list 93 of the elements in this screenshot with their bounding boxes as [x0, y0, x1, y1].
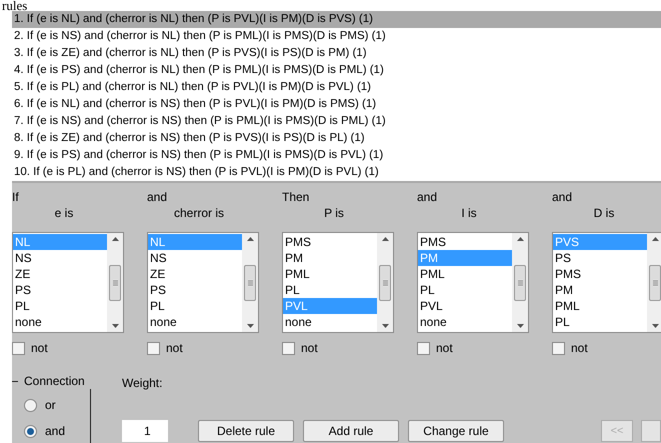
- rule-item[interactable]: 2. If (e is NS) and (cherror is NL) then (P is PML)(I is PMS)(D is PMS) (1): [12, 28, 661, 45]
- action-button[interactable]: Delete rule: [198, 420, 294, 442]
- scroll-down-icon[interactable]: [246, 324, 254, 328]
- checkbox-label: not: [166, 340, 183, 357]
- list-option[interactable]: PML: [283, 266, 377, 282]
- rule-item[interactable]: 10. If (e is PL) and (cherror is NS) then (P is PVL)(I is PM)(D is PVL) (1): [12, 164, 661, 181]
- weight-label: Weight:: [122, 375, 164, 391]
- list-option[interactable]: NS: [148, 250, 242, 266]
- scroll-down-icon[interactable]: [112, 324, 118, 328]
- list-option[interactable]: PML: [553, 298, 647, 314]
- checkbox-label: not: [436, 340, 453, 357]
- list-option[interactable]: PMS: [283, 234, 377, 250]
- scrollbar[interactable]: [647, 233, 661, 332]
- weight-field[interactable]: 1: [122, 420, 168, 442]
- rule-item[interactable]: 5. If (e is PL) and (cherror is NL) then (P is PVL)(I is PM)(D is PVL) (1): [12, 79, 661, 96]
- scroll-up-icon[interactable]: [112, 237, 118, 241]
- scroll-down-icon[interactable]: [652, 324, 658, 328]
- list-option[interactable]: PM: [283, 250, 377, 266]
- option-list[interactable]: PMS PM PML PL PVL none: [282, 232, 394, 333]
- list-option[interactable]: PVL: [418, 298, 512, 314]
- checkbox-label: not: [31, 340, 48, 357]
- list-option[interactable]: none: [283, 314, 377, 330]
- option-list[interactable]: PVS PS PMS PM PML PL: [552, 232, 661, 333]
- option-list[interactable]: NL NS ZE PS PL none: [12, 232, 124, 333]
- connector-label: and: [147, 189, 168, 205]
- radio-button[interactable]: [24, 424, 37, 438]
- checkbox[interactable]: [12, 342, 25, 354]
- scroll-up-icon[interactable]: [246, 237, 254, 241]
- scroll-down-icon[interactable]: [516, 324, 524, 328]
- list-option[interactable]: PL: [283, 282, 377, 298]
- list-option[interactable]: PML: [418, 266, 512, 282]
- list-option[interactable]: PS: [13, 282, 107, 298]
- connector-label: and: [417, 189, 438, 205]
- list-option[interactable]: ZE: [148, 266, 242, 282]
- scroll-up-icon[interactable]: [516, 237, 524, 241]
- scroll-thumb[interactable]: [109, 264, 121, 300]
- list-option[interactable]: none: [13, 314, 107, 330]
- checkbox[interactable]: [417, 342, 430, 354]
- checkbox-label: not: [301, 340, 318, 357]
- scroll-thumb[interactable]: [379, 264, 391, 300]
- rule-list[interactable]: [12, 11, 661, 183]
- list-option[interactable]: PM: [553, 282, 647, 298]
- list-option[interactable]: none: [418, 314, 512, 330]
- checkbox[interactable]: [147, 342, 160, 354]
- scroll-thumb[interactable]: [649, 264, 661, 300]
- option-list[interactable]: PMS PM PML PL PVL none: [417, 232, 529, 333]
- rule-item[interactable]: 9. If (e is PS) and (cherror is NS) then (P is PML)(I is PMS)(D is PVL) (1): [12, 147, 661, 164]
- scrollbar[interactable]: [377, 233, 393, 332]
- scrollbar[interactable]: [512, 233, 528, 332]
- variable-label: cherror is: [172, 205, 225, 221]
- list-option[interactable]: PS: [148, 282, 242, 298]
- radio-button[interactable]: [24, 398, 37, 412]
- list-option[interactable]: PS: [553, 250, 647, 266]
- section-title: rules: [2, 0, 28, 11]
- scrollbar[interactable]: [242, 233, 258, 332]
- rule-item[interactable]: 4. If (e is PS) and (cherror is NL) then (P is PML)(I is PMS)(D is PML) (1): [12, 62, 661, 79]
- option-list[interactable]: NL NS ZE PS PL none: [147, 232, 259, 333]
- rule-item[interactable]: 6. If (e is NL) and (cherror is NS) then (P is PVL)(I is PM)(D is PMS) (1): [12, 96, 661, 113]
- list-option[interactable]: PMS: [553, 266, 647, 282]
- connector-label: Then: [282, 189, 310, 205]
- checkbox[interactable]: [282, 342, 295, 354]
- list-option[interactable]: none: [148, 314, 242, 330]
- group-title: Connection: [18, 373, 91, 389]
- list-option[interactable]: PL: [148, 298, 242, 314]
- rule-item[interactable]: 1. If (e is NL) and (cherror is NL) then (P is PVL)(I is PM)(D is PVS) (1): [12, 11, 661, 28]
- variable-label: P is: [323, 205, 345, 221]
- scrollbar[interactable]: [107, 233, 123, 332]
- action-button[interactable]: Change rule: [408, 420, 504, 442]
- scroll-thumb[interactable]: [514, 264, 526, 300]
- scroll-up-icon[interactable]: [652, 237, 658, 241]
- radio-label: and: [45, 423, 66, 440]
- list-option[interactable]: PL: [553, 314, 647, 330]
- list-option[interactable]: PL: [13, 298, 107, 314]
- variable-label: D is: [592, 205, 616, 221]
- list-option[interactable]: PMS: [418, 234, 512, 250]
- variable-label: e is: [54, 205, 74, 221]
- rule-item[interactable]: 7. If (e is NS) and (cherror is NS) then (P is PML)(I is PMS)(D is PML) (1): [12, 113, 661, 130]
- checkbox-label: not: [571, 340, 588, 357]
- rule-item[interactable]: 3. If (e is ZE) and (cherror is NL) then (P is PVS)(I is PS)(D is PM) (1): [12, 45, 661, 62]
- action-button[interactable]: Add rule: [303, 420, 399, 442]
- variable-label: I is: [460, 205, 478, 221]
- list-option[interactable]: NS: [13, 250, 107, 266]
- checkbox[interactable]: [552, 342, 565, 354]
- connector-label: If: [12, 189, 20, 205]
- list-option[interactable]: ZE: [13, 266, 107, 282]
- next-button[interactable]: [641, 420, 661, 442]
- scroll-up-icon[interactable]: [382, 237, 388, 241]
- radio-label: or: [45, 397, 56, 414]
- rule-item[interactable]: 8. If (e is ZE) and (cherror is NS) then (P is PVS)(I is PS)(D is PL) (1): [12, 130, 661, 147]
- connector-label: and: [552, 189, 574, 205]
- scroll-down-icon[interactable]: [382, 324, 388, 328]
- list-option[interactable]: PL: [418, 282, 512, 298]
- scroll-thumb[interactable]: [244, 264, 256, 300]
